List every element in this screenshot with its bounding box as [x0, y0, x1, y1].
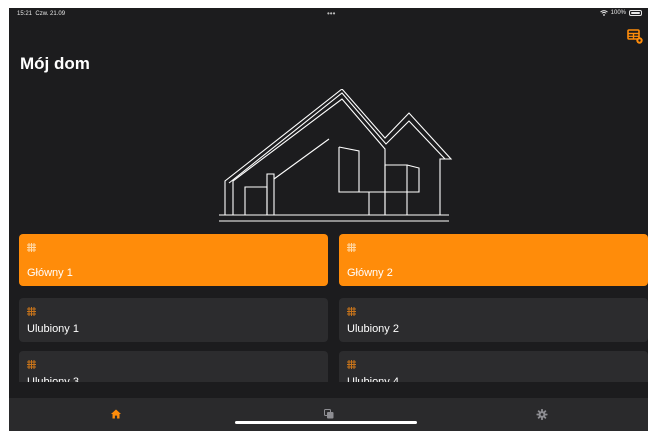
layout-settings-button[interactable] — [627, 28, 645, 46]
wifi-icon — [599, 10, 608, 16]
scroll-fade — [9, 382, 648, 398]
grid-icon — [347, 360, 356, 369]
status-bar: 15:21 Czw. 21.09 ••• 100% — [9, 8, 648, 22]
status-time-date: 15:21 Czw. 21.09 — [17, 11, 65, 17]
tab-settings[interactable] — [435, 398, 648, 431]
tab-scenes[interactable] — [222, 398, 435, 431]
tab-bar — [9, 398, 648, 431]
grid-icon — [27, 307, 36, 316]
tile-label: Ulubiony 2 — [347, 323, 399, 335]
grid-icon — [347, 243, 356, 252]
multitasking-dots[interactable]: ••• — [327, 9, 335, 18]
tile-label: Główny 1 — [27, 267, 73, 279]
battery-icon — [629, 10, 642, 16]
tab-home[interactable] — [9, 398, 222, 431]
grid-icon — [27, 360, 36, 369]
copy-icon — [323, 409, 333, 419]
status-right: 100% — [599, 10, 642, 16]
status-date: Czw. 21.09 — [35, 11, 66, 17]
battery-fill — [631, 12, 640, 14]
tile-glowny-1[interactable]: Główny 1 — [19, 234, 328, 286]
grid-icon — [27, 243, 36, 252]
house-outline-icon — [219, 89, 453, 222]
tile-glowny-2[interactable]: Główny 2 — [339, 234, 648, 286]
home-indicator[interactable] — [235, 421, 417, 424]
home-icon — [110, 409, 121, 419]
status-time: 15:21 — [17, 11, 33, 17]
table-settings-icon — [627, 29, 643, 44]
tile-ulubiony-2[interactable]: Ulubiony 2 — [339, 298, 648, 342]
battery-percent: 100% — [610, 10, 626, 16]
gear-icon — [536, 409, 547, 420]
grid-icon — [347, 307, 356, 316]
app-screen: 15:21 Czw. 21.09 ••• 100% Mój dom Główny… — [9, 8, 648, 431]
tile-ulubiony-1[interactable]: Ulubiony 1 — [19, 298, 328, 342]
tile-label: Ulubiony 1 — [27, 323, 79, 335]
tile-label: Główny 2 — [347, 267, 393, 279]
page-title: Mój dom — [20, 54, 90, 73]
